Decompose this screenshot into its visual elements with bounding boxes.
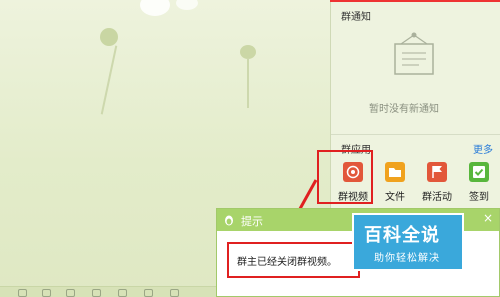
stem-decoration	[247, 58, 249, 108]
bud-decoration	[240, 45, 256, 59]
close-icon[interactable]: ×	[483, 211, 493, 225]
popup-title: 提示	[241, 215, 263, 228]
divider	[331, 134, 500, 135]
flower-decoration	[140, 0, 170, 16]
toolbar-icon[interactable]	[92, 289, 101, 297]
annotation-highlight-message: 群主已经关闭群视频。	[227, 242, 360, 278]
popup-message: 群主已经关闭群视频。	[237, 257, 337, 268]
app-group-activity[interactable]: 群活动	[417, 162, 457, 203]
notice-title: 群通知	[341, 12, 371, 23]
toolbar-icon[interactable]	[42, 289, 51, 297]
empty-notice-text: 暂时没有新通知	[369, 104, 439, 115]
stem-decoration	[100, 45, 118, 115]
toolbar-icon[interactable]	[144, 289, 153, 297]
toolbar-icon[interactable]	[18, 289, 27, 297]
toolbar-icon[interactable]	[118, 289, 127, 297]
watermark-title: 百科全说	[364, 225, 440, 246]
app-label: 文件	[385, 192, 405, 203]
notice-board-icon	[394, 32, 434, 75]
watermark-logo: 百科全说 助你轻松解决	[352, 213, 464, 271]
panel-top-accent	[330, 0, 500, 2]
toolbar-icon[interactable]	[170, 289, 179, 297]
app-label: 签到	[469, 192, 489, 203]
checkbox-icon[interactable]	[469, 162, 489, 182]
folder-icon[interactable]	[385, 162, 405, 182]
app-check-in[interactable]: 签到	[459, 162, 499, 203]
app-files[interactable]: 文件	[375, 162, 415, 203]
watermark-subtitle: 助你轻松解决	[374, 253, 440, 264]
more-apps-link[interactable]: 更多	[473, 141, 493, 156]
toolbar-icon[interactable]	[66, 289, 75, 297]
app-label: 群活动	[422, 192, 452, 203]
bud-decoration	[100, 28, 118, 46]
flower-decoration	[176, 0, 198, 10]
annotation-highlight-video	[317, 150, 373, 204]
flag-icon[interactable]	[427, 162, 447, 182]
penguin-icon	[225, 215, 233, 226]
